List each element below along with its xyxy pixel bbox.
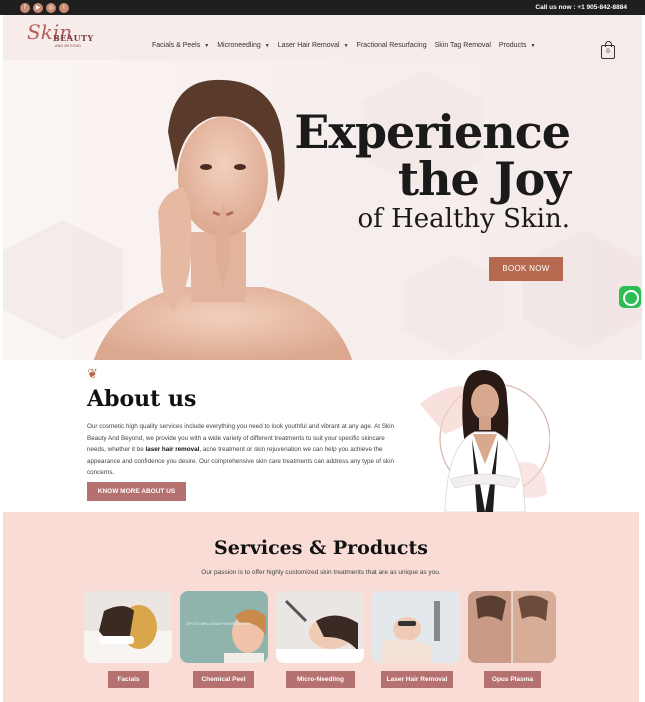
chevron-down-icon: ▼ <box>530 42 536 49</box>
cart-icon[interactable]: 0 <box>601 41 615 59</box>
know-more-button[interactable]: KNOW MORE ABOUT US <box>87 482 186 501</box>
service-label-laser-hair-removal[interactable]: Laser Hair Removal <box>381 671 453 688</box>
chemical-peel-overlay-text: SPOTS MELASMA PIGMENTATION <box>186 621 251 626</box>
laser-hair-removal-image <box>372 591 460 663</box>
hero-headline: Experience the Joy of Healthy Skin. <box>294 105 571 234</box>
hero-banner: Experience the Joy of Healthy Skin. BOOK… <box>3 60 642 360</box>
nav-item-microneedling[interactable]: Microneedling ▼ <box>217 42 270 49</box>
nav-item-products[interactable]: Products ▼ <box>499 42 536 49</box>
about-text: Our cosmetic high quality services inclu… <box>87 423 394 476</box>
hero-line-1: Experience <box>294 105 571 159</box>
owner-portrait-image <box>420 369 550 512</box>
service-card-laser-hair-removal[interactable] <box>372 591 460 663</box>
facials-image <box>84 591 172 663</box>
youtube-icon[interactable]: ▶ <box>33 2 43 13</box>
service-label-facials[interactable]: Facials <box>108 671 149 688</box>
logo-tagline: AND BEYOND <box>55 44 82 48</box>
about-section: ❦ About us Our cosmetic high quality ser… <box>0 360 645 512</box>
logo[interactable]: Skin BEAUTY AND BEYOND <box>27 20 93 52</box>
whatsapp-icon[interactable] <box>619 286 641 308</box>
micro-needling-image <box>276 591 364 663</box>
chemical-peel-image: SPOTS MELASMA PIGMENTATION <box>180 591 268 663</box>
service-card-micro-needling[interactable] <box>276 591 364 663</box>
service-label-chemical-peel[interactable]: Chemical Peel <box>193 671 254 688</box>
service-label-micro-needling[interactable]: Micro-Needling <box>286 671 355 688</box>
chevron-down-icon: ▼ <box>343 42 349 49</box>
service-card-facials[interactable] <box>84 591 172 663</box>
hero-line-2: the Joy <box>397 152 571 206</box>
nav-item-facials-peels[interactable]: Facials & Peels ▼ <box>152 42 209 49</box>
nav-item-laser-hair-removal[interactable]: Laser Hair Removal ▼ <box>278 42 349 49</box>
service-card-chemical-peel[interactable]: SPOTS MELASMA PIGMENTATION <box>180 591 268 663</box>
site-header: Skin BEAUTY AND BEYOND Facials & Peels ▼ … <box>3 15 642 60</box>
nav-item-fractional-resurfacing[interactable]: Fractional Resurfacing <box>357 42 427 49</box>
instagram-icon[interactable]: ◎ <box>46 2 56 13</box>
services-section: Services & Products Our passion is to of… <box>3 512 639 702</box>
chevron-down-icon: ▼ <box>264 42 270 49</box>
main-nav: Facials & Peels ▼ Microneedling ▼ Laser Ha… <box>152 42 543 49</box>
facebook-icon[interactable]: f <box>20 2 30 13</box>
top-bar: f ▶ ◎ t Call us now : +1 905-842-8884 <box>0 0 645 15</box>
hero-line-3: of Healthy Skin. <box>357 204 570 234</box>
chevron-down-icon: ▼ <box>204 42 210 49</box>
book-now-button[interactable]: BOOK NOW <box>489 257 563 281</box>
laser-hair-removal-link[interactable]: laser hair removal <box>145 446 199 453</box>
cart-count: 0 <box>606 49 610 55</box>
services-title: Services & Products <box>214 537 428 559</box>
social-links: f ▶ ◎ t <box>20 2 69 13</box>
nav-item-skin-tag-removal[interactable]: Skin Tag Removal <box>435 42 491 49</box>
services-subtitle: Our passion is to offer highly customize… <box>201 569 441 576</box>
ornament-icon: ❦ <box>87 366 98 381</box>
service-card-opus-plasma[interactable] <box>468 591 556 663</box>
call-us-text[interactable]: Call us now : +1 905-842-8884 <box>535 4 627 11</box>
service-label-opus-plasma[interactable]: Opus Plasma <box>484 671 541 688</box>
about-title: About us <box>87 386 197 412</box>
opus-plasma-image <box>468 591 556 663</box>
logo-word: BEAUTY <box>53 33 94 43</box>
twitter-icon[interactable]: t <box>59 2 69 13</box>
